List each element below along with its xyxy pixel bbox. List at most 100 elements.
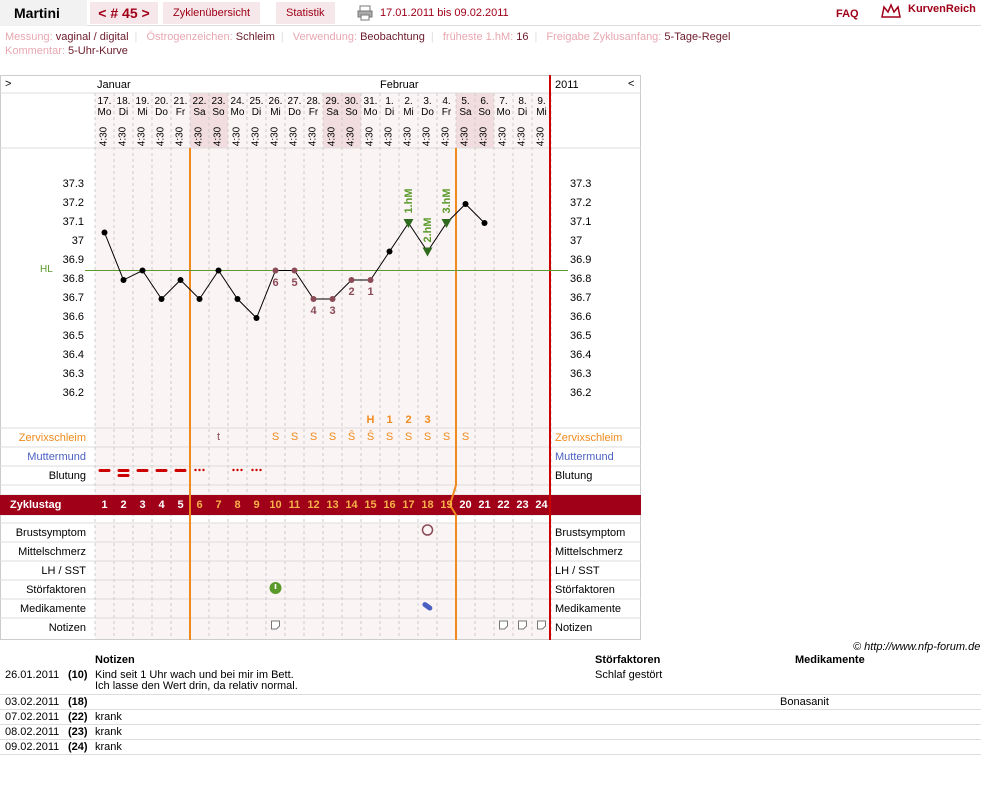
day-weekday: Mi: [137, 107, 148, 118]
day-time: 4:30: [421, 126, 433, 147]
row-cycle-day: (22): [68, 711, 88, 723]
day-weekday: Di: [251, 107, 262, 118]
day-weekday: Mo: [97, 107, 112, 118]
row-label-right-muttermund: Muttermund: [555, 451, 614, 463]
nav-next-arrow[interactable]: <: [628, 78, 634, 90]
day-date: 4.: [442, 96, 451, 107]
row-date: 03.02.2011: [5, 696, 60, 708]
day-date: 26.: [268, 96, 283, 107]
row-date: 26.01.2011: [5, 669, 60, 681]
row-label-medi: Medikamente: [19, 603, 86, 615]
year-label: 2011: [555, 79, 579, 91]
row-label-muttermund: Muttermund: [27, 451, 86, 463]
mucus-mark: S: [328, 431, 337, 443]
day-time: 4:30: [269, 126, 281, 147]
day-date: 6.: [480, 96, 489, 107]
row-note: krank: [95, 726, 122, 738]
day-weekday: Sa: [193, 107, 206, 118]
cycle-day: 13: [326, 499, 339, 511]
y-tick-right: 36.4: [570, 349, 592, 361]
mucus-mark: S: [309, 431, 318, 443]
month-label: Februar: [380, 79, 419, 91]
day-weekday: Mi: [403, 107, 414, 118]
y-tick-right: 37.2: [570, 197, 592, 209]
table-row: 09.02.2011 (24) krank: [0, 740, 981, 755]
mucus-mark: S: [423, 431, 432, 443]
day-weekday: Sa: [459, 107, 472, 118]
tab-statistik[interactable]: Statistik: [276, 2, 335, 24]
day-time: 4:30: [459, 126, 471, 147]
row-label-brust: Brustsymptom: [15, 527, 86, 539]
mucus-mark: S: [404, 431, 413, 443]
mucus-mark: S: [461, 431, 470, 443]
day-time: 4:30: [478, 126, 490, 147]
day-date: 25.: [249, 96, 264, 107]
cycle-day: 23: [516, 499, 529, 511]
cycle-day: 22: [497, 499, 510, 511]
crown-icon: [881, 3, 901, 18]
row-label-lh: LH / SST: [41, 565, 86, 577]
top-bar: Martini < # 45 > Zyklenübersicht Statist…: [0, 0, 981, 26]
low-temp-label: 3: [329, 305, 336, 317]
day-weekday: Fr: [308, 107, 319, 118]
day-weekday: Fr: [441, 107, 452, 118]
y-tick-left: 36.7: [62, 292, 84, 304]
day-date: 5.: [461, 96, 470, 107]
day-date: 28.: [306, 96, 321, 107]
tab-zyklenuebersicht[interactable]: Zyklenübersicht: [163, 2, 261, 24]
cycle-day: 8: [234, 499, 241, 511]
peak-count-label: H: [366, 414, 375, 426]
row-label-right-stoer: Störfaktoren: [555, 584, 615, 596]
day-weekday: Mo: [363, 107, 378, 118]
cycle-day: 18: [421, 499, 434, 511]
day-date: 30.: [344, 96, 359, 107]
day-date: 27.: [287, 96, 302, 107]
y-tick-left: 36.2: [62, 387, 84, 399]
peak-count-label: 2: [405, 414, 412, 426]
date-range: 17.01.2011 bis 09.02.2011: [380, 7, 509, 19]
y-tick-right: 36.3: [570, 368, 592, 380]
low-temp-label: 5: [291, 276, 298, 289]
row-date: 09.02.2011: [5, 741, 60, 753]
cycle-day: 16: [383, 499, 396, 511]
cycle-day: 1: [101, 499, 108, 511]
meta-value: 5-Uhr-Kurve: [67, 45, 128, 57]
col-header-medikamente: Medikamente: [795, 654, 865, 666]
peak-count-label: 3: [424, 414, 431, 426]
cycle-nav[interactable]: < # 45 >: [90, 2, 158, 24]
day-weekday: Do: [421, 107, 434, 118]
day-time: 4:30: [193, 126, 205, 147]
day-date: 19.: [135, 96, 150, 107]
cycle-day: 17: [402, 499, 415, 511]
cycle-day: 6: [196, 499, 203, 511]
meta-value: 16: [516, 31, 529, 43]
day-time: 4:30: [345, 126, 357, 147]
row-label-right-mittel: Mittelschmerz: [555, 546, 623, 558]
printer-icon[interactable]: [357, 5, 373, 21]
y-tick-right: 36.5: [570, 330, 592, 342]
row-cycle-day: (10): [68, 669, 88, 681]
y-tick-right: 36.2: [570, 387, 592, 399]
day-date: 21.: [173, 96, 188, 107]
low-temp-label: 6: [272, 276, 279, 289]
username: Martini: [0, 0, 87, 26]
row-stoerfaktor: Schlaf gestört: [595, 669, 663, 681]
mucus-mark: Ŝ: [347, 431, 356, 443]
low-temp-label: 1: [367, 286, 374, 298]
row-label-right-lh: LH / SST: [555, 565, 600, 577]
logo[interactable]: KurvenReich: [908, 3, 976, 15]
faq-link[interactable]: FAQ: [836, 8, 859, 20]
cycle-day: 2: [120, 499, 127, 511]
day-date: 2.: [404, 96, 413, 107]
day-time: 4:30: [497, 126, 509, 147]
day-time: 4:30: [117, 126, 129, 147]
day-weekday: Mo: [496, 107, 511, 118]
nav-prev-arrow[interactable]: >: [5, 78, 11, 90]
col-header-stoerfaktoren: Störfaktoren: [595, 654, 661, 666]
month-label: Januar: [97, 79, 131, 91]
day-weekday: Di: [517, 107, 528, 118]
cycle-day: 11: [288, 499, 301, 511]
day-date: 1.: [385, 96, 394, 107]
y-tick-right: 36.9: [570, 254, 592, 266]
day-weekday: So: [478, 107, 491, 118]
